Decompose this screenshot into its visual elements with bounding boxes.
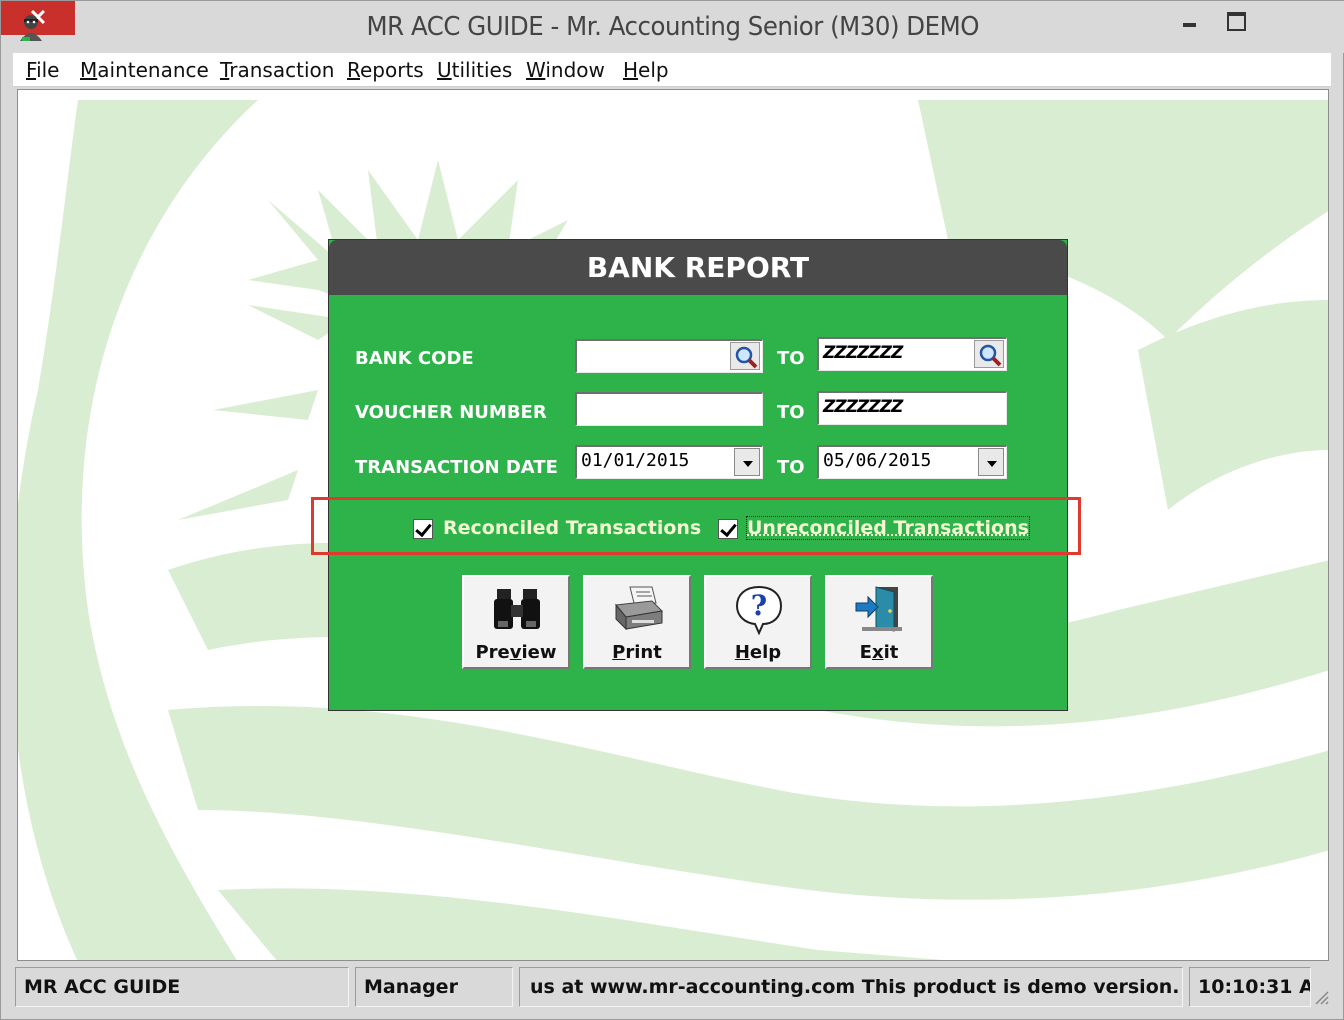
checkbox-highlight-box [311, 497, 1081, 555]
minimize-button[interactable] [1169, 3, 1209, 37]
help-question-icon: ? [735, 585, 783, 635]
status-user: Manager [355, 967, 513, 1007]
help-button[interactable]: ? Help [704, 575, 812, 669]
magnifier-icon [735, 346, 758, 369]
preview-button[interactable]: Preview [462, 575, 570, 669]
maximize-button[interactable] [1215, 3, 1255, 37]
menu-transaction[interactable]: Transaction [220, 58, 334, 82]
date-from-dropdown-button[interactable] [734, 448, 760, 476]
bank-code-from-lookup-button[interactable] [730, 342, 760, 370]
bank-code-from-input[interactable] [575, 339, 763, 373]
status-bar: MR ACC GUIDE Manager us at www.mr-accoun… [13, 965, 1333, 1009]
transaction-date-to-picker[interactable]: 05/06/2015 [817, 445, 1007, 479]
status-time: 10:10:31 AI [1189, 967, 1311, 1007]
preview-label: Preview [475, 642, 557, 663]
dialog-title: BANK REPORT [329, 240, 1067, 295]
menu-utilities[interactable]: Utilities [437, 58, 512, 82]
bank-report-dialog: BANK REPORT BANK CODE TO ZZZZZZZ VOUCHER… [328, 239, 1068, 711]
svg-text:?: ? [751, 589, 767, 622]
exit-door-icon [855, 586, 902, 632]
window-title: MR ACC GUIDE - Mr. Accounting Senior (M3… [366, 12, 980, 42]
voucher-number-to-label: TO [777, 402, 805, 423]
menu-window[interactable]: Window [526, 58, 605, 82]
bank-code-to-input[interactable]: ZZZZZZZ [817, 337, 1007, 371]
menu-maintenance[interactable]: Maintenance [80, 58, 209, 82]
exit-label: Exit [859, 642, 899, 663]
print-label: Print [612, 642, 662, 663]
voucher-number-label: VOUCHER NUMBER [355, 402, 547, 423]
transaction-date-from-picker[interactable]: 01/01/2015 [575, 445, 763, 479]
status-company: MR ACC GUIDE [15, 967, 349, 1007]
date-to-dropdown-button[interactable] [978, 448, 1004, 476]
bank-code-label: BANK CODE [355, 348, 474, 369]
menu-help[interactable]: Help [623, 58, 669, 82]
binoculars-icon [494, 589, 540, 629]
transaction-date-to-label: TO [777, 457, 805, 478]
transaction-date-label: TRANSACTION DATE [355, 457, 558, 478]
menu-file[interactable]: File [26, 58, 59, 82]
resize-grip-icon[interactable] [1313, 989, 1329, 1005]
bank-code-to-label: TO [777, 348, 805, 369]
voucher-number-to-input[interactable]: ZZZZZZZ [817, 391, 1007, 425]
menu-bar: File Maintenance Transaction Reports Uti… [13, 53, 1331, 87]
menu-reports[interactable]: Reports [347, 58, 424, 82]
title-bar[interactable]: MR ACC GUIDE - Mr. Accounting Senior (M3… [1, 1, 1344, 53]
magnifier-icon [979, 344, 1002, 367]
status-message: us at www.mr-accounting.com This product… [519, 967, 1183, 1007]
printer-icon [615, 586, 664, 631]
help-label: Help [734, 642, 782, 663]
voucher-number-from-input[interactable] [575, 392, 763, 426]
app-window: MR ACC GUIDE - Mr. Accounting Senior (M3… [0, 0, 1344, 1020]
print-button[interactable]: Print [583, 575, 691, 669]
exit-button[interactable]: Exit [825, 575, 933, 669]
bank-code-to-lookup-button[interactable] [974, 340, 1004, 368]
